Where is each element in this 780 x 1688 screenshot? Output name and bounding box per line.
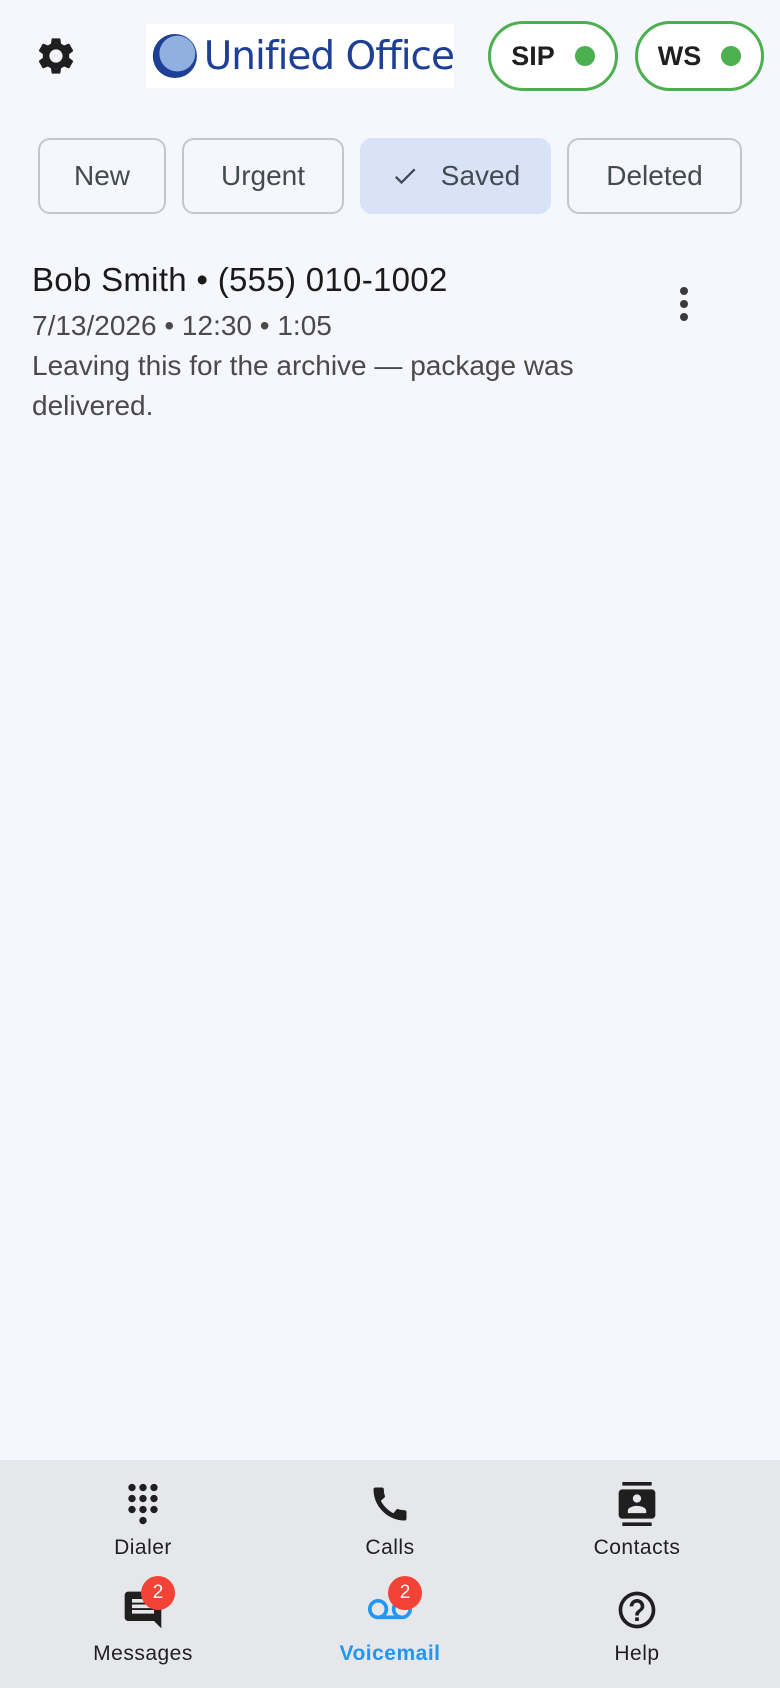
filter-chip-label: Urgent bbox=[220, 160, 306, 191]
nav-messages[interactable]: 2 Messages bbox=[43, 1566, 243, 1666]
nav-label: Voicemail bbox=[339, 1642, 441, 1665]
voicemail-icon: 2 bbox=[368, 1576, 422, 1632]
nav-label: Messages bbox=[93, 1642, 193, 1665]
filter-chip-label: New bbox=[73, 160, 130, 191]
dialpad-icon bbox=[121, 1482, 165, 1526]
filter-chip-saved[interactable]: Saved bbox=[360, 138, 551, 214]
filter-chip-urgent[interactable]: Urgent bbox=[182, 138, 344, 214]
unread-badge: 2 bbox=[141, 1576, 175, 1610]
sip-status-label: SIP bbox=[511, 40, 555, 71]
gear-icon[interactable] bbox=[34, 34, 78, 78]
app-header: Unified Office SIP WS bbox=[0, 0, 780, 120]
ws-status-label: WS bbox=[657, 40, 702, 71]
nav-label: Calls bbox=[365, 1536, 415, 1559]
logo-text: Unified Office bbox=[203, 33, 455, 79]
help-icon bbox=[615, 1588, 659, 1632]
more-vert-icon[interactable] bbox=[664, 282, 704, 326]
unread-badge: 2 bbox=[388, 1576, 422, 1610]
nav-label: Dialer bbox=[114, 1536, 172, 1559]
nav-label: Help bbox=[614, 1642, 660, 1665]
voicemail-caller: Bob Smith • (555) 010-1002 bbox=[32, 261, 448, 298]
nav-contacts[interactable]: Contacts bbox=[537, 1460, 737, 1560]
filter-chip-deleted[interactable]: Deleted bbox=[567, 138, 742, 214]
phone-icon bbox=[368, 1482, 412, 1526]
nav-voicemail[interactable]: 2 Voicemail bbox=[290, 1566, 490, 1666]
nav-label: Contacts bbox=[593, 1536, 681, 1559]
voicemail-transcript: Leaving this for the archive — package w… bbox=[32, 350, 574, 421]
nav-calls[interactable]: Calls bbox=[290, 1460, 490, 1560]
company-logo: Unified Office bbox=[146, 24, 455, 88]
nav-help[interactable]: Help bbox=[537, 1566, 737, 1666]
filter-chip-new[interactable]: New bbox=[38, 138, 166, 214]
bottom-navigation: Dialer Calls Contacts 2 Messages 2 Voice… bbox=[0, 1460, 780, 1688]
sip-status-dot bbox=[574, 46, 595, 66]
voicemail-meta: 7/13/2026 • 12:30 • 1:05 bbox=[32, 310, 332, 341]
sip-status-pill[interactable]: SIP bbox=[488, 21, 618, 91]
contacts-icon bbox=[615, 1482, 659, 1526]
nav-dialer[interactable]: Dialer bbox=[43, 1460, 243, 1560]
message-icon: 2 bbox=[121, 1576, 175, 1632]
ws-status-dot bbox=[721, 46, 742, 66]
filter-chip-label: Saved bbox=[440, 160, 521, 191]
check-icon bbox=[394, 168, 416, 185]
voicemail-list-item[interactable]: Bob Smith • (555) 010-1002 7/13/2026 • 1… bbox=[32, 256, 752, 426]
ws-status-pill[interactable]: WS bbox=[635, 21, 764, 91]
filter-chip-label: Deleted bbox=[606, 160, 703, 191]
logo-mark-icon bbox=[152, 33, 197, 79]
